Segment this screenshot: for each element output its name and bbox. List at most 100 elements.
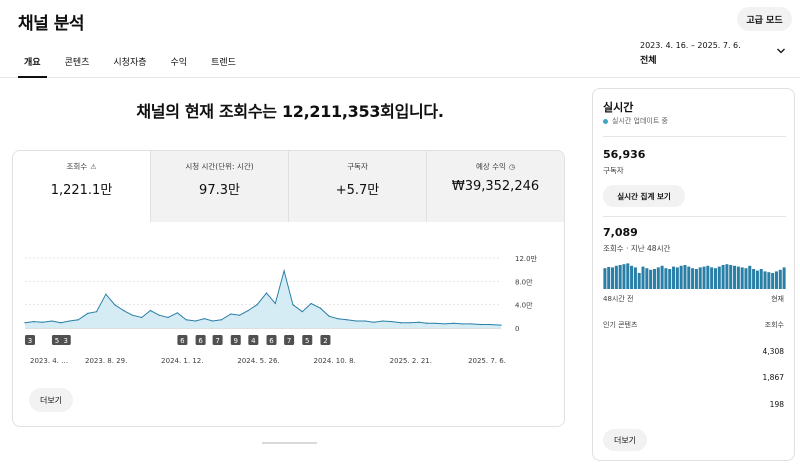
realtime-bar-chart [603,263,786,289]
tab-overview[interactable]: 개요 [12,49,53,78]
realtime-bar[interactable] [706,265,710,289]
data-point [238,314,241,316]
divider [603,216,786,217]
metric-value: ₩39,352,246 [451,179,540,194]
x-tick-label: 2024. 1. 12. [161,357,203,365]
realtime-see-more-button[interactable]: 더보기 [603,429,647,451]
realtime-bar[interactable] [611,267,615,289]
realtime-bar[interactable] [679,265,683,289]
x-tick-label: 2025. 7. 6. [468,357,506,365]
data-point [114,304,116,306]
realtime-bar[interactable] [614,265,618,289]
data-point [230,313,232,315]
realtime-bar[interactable] [603,268,607,289]
data-point [176,312,179,314]
realtime-bar[interactable] [633,267,637,289]
realtime-bar[interactable] [736,266,740,289]
data-point [434,322,436,324]
realtime-bar[interactable] [645,268,649,289]
realtime-bar[interactable] [675,267,679,289]
date-scope-text: 전체 [640,56,657,66]
realtime-status: 실시간 업데이트 중 [603,116,668,126]
realtime-bar[interactable] [713,268,717,289]
date-range-picker[interactable]: 2023. 4. 16. – 2025. 7. 6. 전체 [640,41,741,66]
realtime-bar[interactable] [618,265,622,289]
data-point [444,323,446,325]
tab-audience[interactable]: 시청자층 [101,49,158,78]
channel-headline: 채널의 현재 조회수는 12,211,353회입니다. [136,102,444,121]
data-point [391,320,393,323]
realtime-bar[interactable] [691,268,695,289]
realtime-bar[interactable] [721,265,725,289]
tab-trends[interactable]: 트렌드 [199,49,248,78]
video-marker-label: 2 [323,337,327,345]
realtime-bar[interactable] [698,267,702,289]
realtime-bar[interactable] [683,265,687,289]
views-chart: 12.0만8.0만4.0만03 5 3 6 6 7 9 4 6 7 5 22023. 4. … 2023… [24,254,538,365]
data-point [24,322,26,324]
realtime-bar[interactable] [607,267,611,289]
metric-tab-revenue[interactable]: 예상 수익 ◷ ₩39,352,246 [426,151,564,222]
data-point [274,302,276,305]
data-point [292,304,294,306]
realtime-bar[interactable] [637,273,641,289]
realtime-bar[interactable] [660,265,664,289]
realtime-summary-button[interactable]: 실시간 집계 보기 [603,185,685,207]
x-tick-label: 2023. 8. 29. [85,357,127,365]
metric-tab-watch-time[interactable]: 시청 시간(단위: 시간) 97.3만 [150,151,288,222]
realtime-bar[interactable] [755,270,759,289]
realtime-bar[interactable] [652,269,656,289]
metric-tab-subscribers[interactable]: 구독자 +5.7만 [288,151,426,222]
metric-tab-views[interactable]: 조회수 ⚠ 1,221.1만 [13,151,150,222]
realtime-bar[interactable] [687,266,691,289]
data-point [33,320,35,323]
realtime-bar[interactable] [656,267,660,289]
realtime-bar[interactable] [630,265,634,289]
chevron-down-icon[interactable] [776,46,786,56]
realtime-bar[interactable] [771,273,775,289]
video-marker-label: 3 [64,337,68,345]
data-point [265,292,268,294]
realtime-bar[interactable] [759,269,763,289]
scroll-indicator[interactable] [262,442,317,444]
realtime-bar[interactable] [782,267,786,289]
see-more-button[interactable]: 더보기 [29,388,73,412]
realtime-bar[interactable] [774,271,778,289]
top-content-views[interactable]: 1,867 [763,373,784,382]
top-content-views[interactable]: 4,308 [763,347,784,356]
realtime-bar[interactable] [767,272,771,289]
data-point [301,311,303,313]
realtime-bar[interactable] [672,266,676,289]
realtime-bar[interactable] [702,266,706,289]
realtime-bar[interactable] [717,266,721,289]
realtime-bar[interactable] [641,266,645,289]
tab-content[interactable]: 콘텐츠 [53,49,102,78]
realtime-bar[interactable] [733,265,737,289]
realtime-bar[interactable] [752,269,756,289]
data-point [149,309,152,312]
advanced-mode-button[interactable]: 고급 모드 [737,7,792,31]
realtime-bar[interactable] [744,268,748,289]
realtime-bar[interactable] [664,268,668,289]
realtime-bar[interactable] [725,264,729,289]
realtime-bar[interactable] [626,263,630,289]
realtime-bar[interactable] [668,269,672,289]
realtime-bar[interactable] [710,267,714,289]
data-point [87,312,89,315]
realtime-bar[interactable] [778,269,782,289]
data-point [373,321,375,323]
realtime-bar[interactable] [694,269,698,289]
metric-label: 예상 수익 [475,162,506,171]
realtime-bar[interactable] [622,264,626,289]
metric-value: 1,221.1만 [50,183,113,198]
top-content-views[interactable]: 198 [770,400,784,409]
realtime-bar[interactable] [748,265,752,289]
realtime-bar[interactable] [763,271,767,289]
realtime-bar[interactable] [649,269,653,289]
realtime-bar[interactable] [740,267,744,289]
realtime-bar[interactable] [729,265,733,289]
x-tick-label: 2024. 10. 8. [314,357,356,365]
subscriber-count: 56,936 [603,148,646,161]
data-point [122,309,125,312]
tab-revenue[interactable]: 수익 [159,49,200,78]
